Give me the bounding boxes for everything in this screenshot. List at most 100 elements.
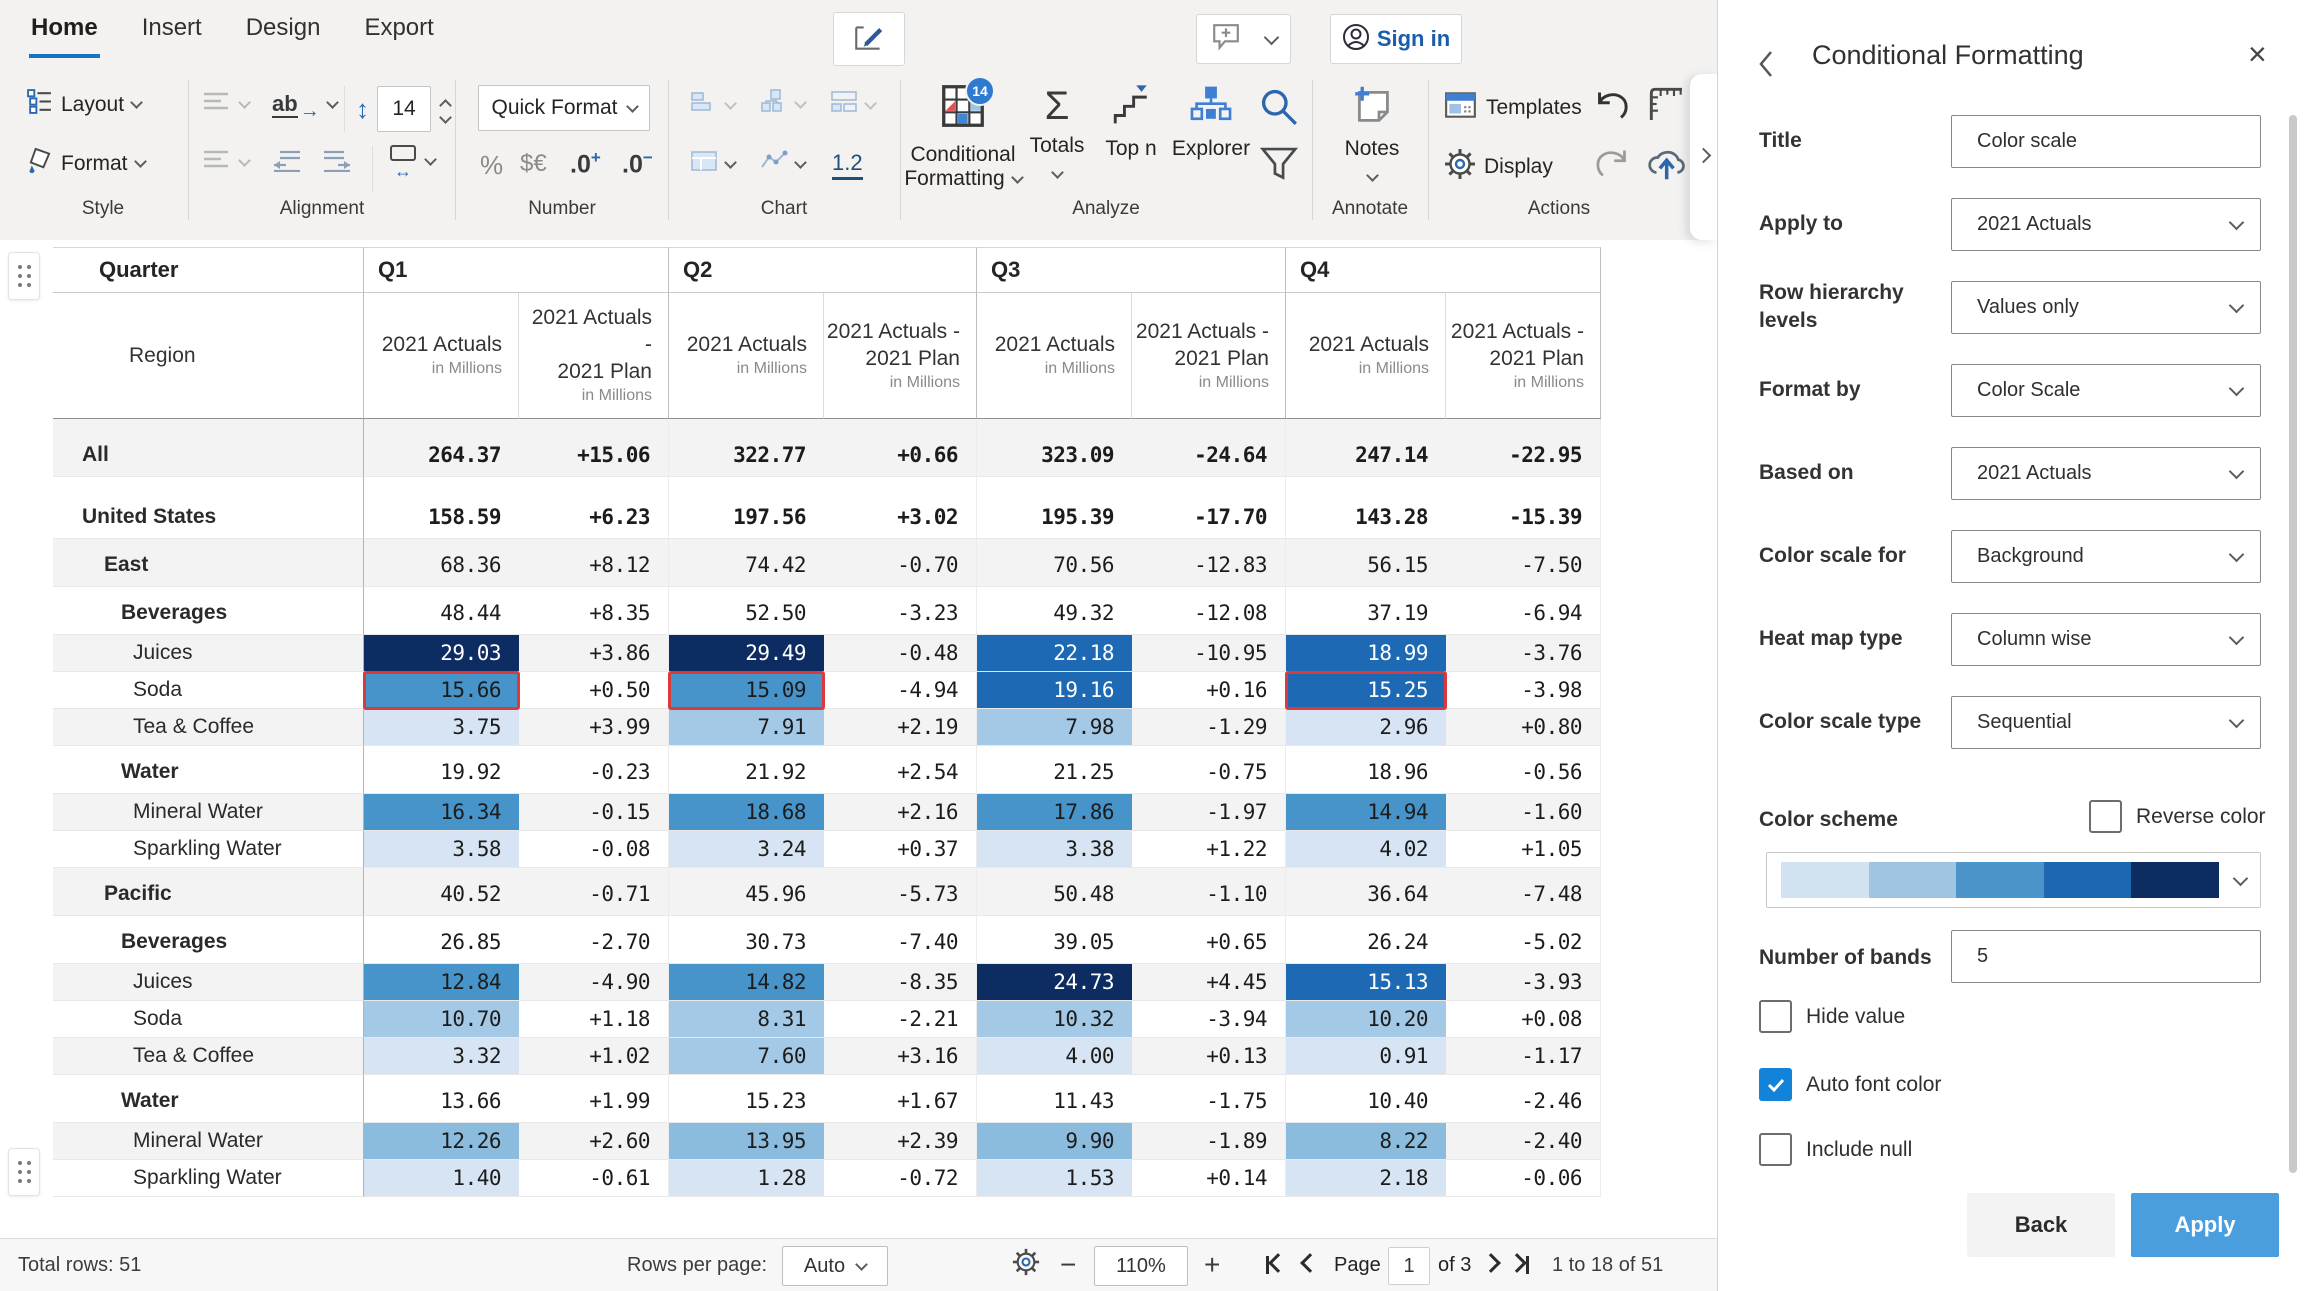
rows-per-page-select[interactable]: Auto [782,1246,888,1286]
value-cell[interactable]: 70.56 [977,539,1132,587]
next-page-button[interactable] [1484,1239,1498,1291]
value-cell[interactable]: 1.40 [364,1160,519,1197]
row-label[interactable]: Mineral Water [53,1123,364,1160]
value-cell[interactable]: 29.03 [364,635,519,672]
row-label[interactable]: Water [53,1075,364,1123]
value-cell[interactable]: 4.02 [1286,831,1446,868]
row-label[interactable]: Soda [53,672,364,709]
table-drag-handle[interactable] [8,1148,40,1196]
value-cell[interactable]: 22.18 [977,635,1132,672]
totals-button[interactable]: Σ Totals [1022,84,1092,177]
value-cell[interactable]: 74.42 [669,539,824,587]
redo-button[interactable] [1592,146,1632,185]
wrap-text-button[interactable]: ab → [272,86,337,123]
value-cell[interactable]: 3.32 [364,1038,519,1075]
row-label[interactable]: Beverages [53,916,364,964]
undo-button[interactable] [1592,88,1632,127]
last-page-button[interactable] [1510,1239,1529,1291]
value-cell[interactable]: +2.19 [824,709,977,746]
value-cell[interactable]: -1.17 [1446,1038,1601,1075]
value-cell[interactable]: 12.26 [364,1123,519,1160]
format-button[interactable]: Format [26,146,145,181]
value-cell[interactable]: 322.77 [669,419,824,477]
decimal-places-button[interactable]: 1.2 [832,150,863,180]
heat-map-type-select[interactable]: Column wise [1951,613,2261,666]
reverse-color-checkbox[interactable] [2089,800,2122,833]
value-cell[interactable]: +1.67 [824,1075,977,1123]
value-cell[interactable]: 323.09 [977,419,1132,477]
value-cell[interactable]: 45.96 [669,868,824,916]
value-cell[interactable]: -0.48 [824,635,977,672]
bar-chart-button[interactable] [690,90,735,120]
auto-font-color-checkbox[interactable] [1759,1068,1792,1101]
first-page-button[interactable] [1266,1239,1285,1291]
value-cell[interactable]: 18.68 [669,794,824,831]
row-label[interactable]: Juices [53,964,364,1001]
table-drag-handle[interactable] [8,252,40,300]
value-cell[interactable]: +0.37 [824,831,977,868]
value-cell[interactable]: -1.29 [1132,709,1286,746]
value-cell[interactable]: +1.18 [519,1001,669,1038]
value-cell[interactable]: 40.52 [364,868,519,916]
value-cell[interactable]: 3.58 [364,831,519,868]
hide-value-checkbox[interactable] [1759,1000,1792,1033]
color-scale-for-select[interactable]: Background [1951,530,2261,583]
value-cell[interactable]: -0.71 [519,868,669,916]
value-cell[interactable]: +0.14 [1132,1160,1286,1197]
close-icon[interactable]: × [2248,36,2267,73]
color-scale-type-select[interactable]: Sequential [1951,696,2261,749]
value-cell[interactable]: +2.54 [824,746,977,794]
value-cell[interactable]: 52.50 [669,587,824,635]
value-cell[interactable]: -1.75 [1132,1075,1286,1123]
hierarchy-chart-button[interactable] [760,88,805,120]
value-cell[interactable]: 9.90 [977,1123,1132,1160]
value-cell[interactable]: 10.40 [1286,1075,1446,1123]
indent-button[interactable] [322,148,352,178]
value-cell[interactable]: +0.66 [824,419,977,477]
tab-export[interactable]: Export [362,4,435,58]
value-cell[interactable]: 1.53 [977,1160,1132,1197]
value-cell[interactable]: -3.98 [1446,672,1601,709]
value-cell[interactable]: -0.75 [1132,746,1286,794]
layout-button[interactable]: Layout [26,88,141,121]
value-cell[interactable]: 3.75 [364,709,519,746]
filter-button[interactable] [1260,146,1298,187]
edit-mode-button[interactable] [833,12,905,66]
value-cell[interactable]: +2.16 [824,794,977,831]
row-label[interactable]: Sparkling Water [53,1160,364,1197]
value-cell[interactable]: 197.56 [669,477,824,539]
value-cell[interactable]: +0.16 [1132,672,1286,709]
format-by-select[interactable]: Color Scale [1951,364,2261,417]
value-cell[interactable]: -7.48 [1446,868,1601,916]
zoom-level-value[interactable]: 110% [1094,1246,1188,1286]
tab-design[interactable]: Design [244,4,323,58]
font-size-stepper[interactable] [441,97,450,122]
value-cell[interactable]: -0.72 [824,1160,977,1197]
value-cell[interactable]: +0.13 [1132,1038,1286,1075]
row-label[interactable]: East [53,539,364,587]
value-cell[interactable]: -1.60 [1446,794,1601,831]
value-cell[interactable]: 15.13 [1286,964,1446,1001]
row-label[interactable]: All [53,419,364,477]
value-cell[interactable]: 15.09 [669,672,824,709]
value-cell[interactable]: -8.35 [824,964,977,1001]
row-label[interactable]: Pacific [53,868,364,916]
value-cell[interactable]: -10.95 [1132,635,1286,672]
value-cell[interactable]: 2.18 [1286,1160,1446,1197]
templates-button[interactable]: Templates [1444,90,1582,126]
value-cell[interactable]: -0.61 [519,1160,669,1197]
apply-button[interactable]: Apply [2131,1193,2279,1257]
vertical-align-button[interactable] [202,148,249,176]
value-cell[interactable]: 39.05 [977,916,1132,964]
title-input[interactable]: Color scale [1951,115,2261,168]
search-button[interactable] [1258,86,1300,133]
percent-format-button[interactable]: % [480,150,503,181]
value-cell[interactable]: -3.23 [824,587,977,635]
value-cell[interactable]: 19.92 [364,746,519,794]
conditional-formatting-button[interactable]: 14 Conditional Formatting [908,84,1018,191]
value-cell[interactable]: -0.23 [519,746,669,794]
value-cell[interactable]: -4.90 [519,964,669,1001]
increase-decimals-button[interactable]: .0+ [570,148,601,179]
value-cell[interactable]: 158.59 [364,477,519,539]
value-cell[interactable]: -0.08 [519,831,669,868]
